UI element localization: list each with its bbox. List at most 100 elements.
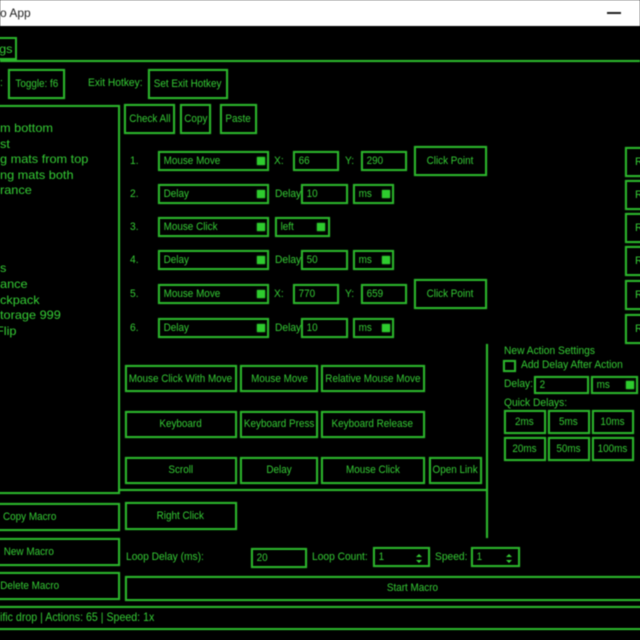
unit-dropdown[interactable]: ms (353, 318, 394, 338)
button-label: Keyboard Press (244, 418, 314, 430)
button-label: 10ms (601, 416, 625, 428)
palette-open-link-button[interactable]: Open Link (429, 457, 482, 484)
copy-macro-button[interactable]: Copy Macro (0, 503, 120, 531)
list-item[interactable]: torage 999 (0, 307, 61, 323)
settings-unit-dropdown[interactable]: ms (591, 376, 639, 395)
spinner-down-icon[interactable] (506, 560, 512, 563)
title-bar (0, 0, 640, 26)
palette-mouse-move-button[interactable]: Mouse Move (240, 365, 318, 392)
y-label: Y: (345, 288, 354, 300)
palette-relative-mouse-move-button[interactable]: Relative Mouse Move (321, 365, 425, 392)
action-type-dropdown[interactable]: Mouse Move (158, 151, 269, 171)
list-item[interactable]: ng mats both (0, 167, 74, 183)
click-point-button[interactable]: Click Point (414, 146, 488, 176)
button-label: 5ms (559, 416, 578, 428)
list-item[interactable]: st (0, 136, 10, 152)
quick-delay-20ms-button[interactable]: 20ms (504, 437, 546, 462)
unit-dropdown[interactable]: ms (353, 250, 394, 270)
exit-hotkey-label: Exit Hotkey: (88, 77, 143, 89)
action-type-dropdown[interactable]: Mouse Click (158, 217, 269, 237)
click-button-dropdown[interactable]: left (275, 217, 330, 237)
list-item[interactable]: m bottom (0, 120, 53, 136)
set-exit-hotkey-button[interactable]: Set Exit Hotkey (148, 69, 228, 99)
list-item[interactable]: s (0, 260, 6, 276)
spinner-arrows[interactable] (505, 549, 513, 565)
toggle-hotkey-button[interactable]: Toggle: f6 (8, 69, 65, 99)
button-label: Mouse Move (251, 373, 308, 385)
quick-delay-5ms-button[interactable]: 5ms (548, 410, 590, 435)
list-item[interactable]: Flip (0, 323, 17, 339)
new-macro-button[interactable]: New Macro (0, 538, 120, 566)
y-input[interactable]: 290 (361, 151, 408, 171)
button-label: Keyboard (160, 418, 202, 430)
y-input[interactable]: 659 (361, 284, 408, 304)
unit-value: ms (355, 188, 372, 200)
button-label: Right Click (157, 510, 204, 522)
palette-keyboard-release-button[interactable]: Keyboard Release (321, 411, 425, 438)
spinner-down-icon[interactable] (416, 560, 422, 563)
action-row-index: 5. (130, 288, 139, 300)
spinner-arrows[interactable] (415, 549, 423, 565)
remove-action-button[interactable]: R (625, 280, 640, 310)
dropdown-square-icon (257, 157, 265, 165)
list-item[interactable]: ance (0, 276, 28, 292)
action-type-value: Delay (160, 254, 189, 266)
dropdown-square-icon (257, 324, 265, 332)
list-item[interactable]: rance (0, 182, 32, 198)
loop-count-spinner[interactable]: 1 (373, 547, 430, 567)
speed-spinner[interactable]: 1 (471, 547, 520, 567)
minimize-icon[interactable] (607, 12, 621, 14)
tab-pane-border (0, 60, 640, 62)
settings-delay-label: Delay: (504, 378, 533, 390)
start-macro-button[interactable]: Start Macro (125, 576, 640, 601)
delay-label: Delay (275, 254, 301, 266)
delay-input[interactable]: 50 (301, 250, 348, 270)
spinner-up-icon[interactable] (416, 554, 422, 557)
button-label: 100ms (598, 443, 628, 455)
action-type-dropdown[interactable]: Mouse Move (158, 284, 269, 304)
palette-delay-button[interactable]: Delay (240, 457, 318, 484)
quick-delay-100ms-button[interactable]: 100ms (592, 437, 634, 462)
action-type-dropdown[interactable]: Delay (158, 318, 269, 338)
paste-button[interactable]: Paste (220, 104, 257, 134)
quick-delay-2ms-button[interactable]: 2ms (504, 410, 546, 435)
button-label: Mouse Click With Move (129, 373, 232, 385)
dropdown-square-icon (257, 190, 265, 198)
x-label: X: (274, 155, 284, 167)
delay-value: 10 (303, 188, 318, 200)
palette-keyboard-button[interactable]: Keyboard (125, 411, 237, 438)
palette-mouse-click-button[interactable]: Mouse Click (321, 457, 425, 484)
quick-delay-10ms-button[interactable]: 10ms (592, 410, 634, 435)
delay-input[interactable]: 10 (301, 184, 348, 204)
spinner-up-icon[interactable] (506, 554, 512, 557)
quick-delay-50ms-button[interactable]: 50ms (548, 437, 590, 462)
x-value: 66 (295, 155, 310, 167)
loop-count-label: Loop Count: (312, 551, 368, 563)
palette-keyboard-press-button[interactable]: Keyboard Press (240, 411, 318, 438)
action-type-dropdown[interactable]: Delay (158, 184, 269, 204)
action-type-dropdown[interactable]: Delay (158, 250, 269, 270)
check-all-button[interactable]: Check All (124, 104, 175, 134)
remove-action-button[interactable]: R (625, 147, 640, 177)
x-input[interactable]: 66 (293, 151, 340, 171)
palette-scroll-button[interactable]: Scroll (125, 457, 237, 484)
click-point-button[interactable]: Click Point (414, 279, 488, 309)
delete-macro-button[interactable]: Delete Macro (0, 572, 120, 600)
button-label: 20ms (512, 443, 536, 455)
list-item[interactable]: ckpack (0, 292, 40, 308)
add-delay-checkbox[interactable] (503, 360, 516, 373)
loop-delay-input[interactable]: 20 (251, 548, 307, 568)
palette-mouse-click-with-move-button[interactable]: Mouse Click With Move (125, 365, 237, 392)
settings-delay-input[interactable]: 2 (534, 376, 589, 395)
unit-dropdown[interactable]: ms (353, 184, 394, 204)
remove-action-button[interactable]: R (625, 213, 640, 243)
list-item[interactable]: g mats from top (0, 151, 88, 167)
delay-input[interactable]: 10 (301, 318, 348, 338)
remove-action-button[interactable]: R (625, 180, 640, 210)
remove-action-button[interactable]: R (625, 246, 640, 276)
remove-action-button[interactable]: R (625, 314, 640, 344)
palette-right-click-button[interactable]: Right Click (125, 502, 237, 531)
copy-button[interactable]: Copy (180, 104, 211, 134)
tab-settings-label: ngs (0, 41, 13, 57)
x-input[interactable]: 770 (293, 284, 340, 304)
